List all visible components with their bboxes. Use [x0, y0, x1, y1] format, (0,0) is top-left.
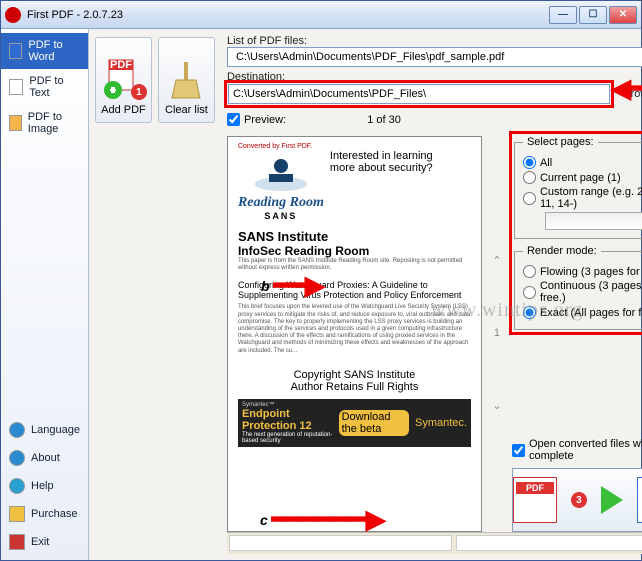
- globe-icon: [9, 422, 25, 438]
- sidebar-item-purchase[interactable]: Purchase: [1, 500, 88, 528]
- statusbar: [227, 532, 642, 554]
- sidebar-item-exit[interactable]: Exit: [1, 528, 88, 556]
- exit-icon: [9, 534, 25, 550]
- button-label: Clear list: [165, 104, 208, 116]
- sidebar-item-label: Exit: [31, 536, 49, 548]
- minimize-button[interactable]: —: [549, 6, 577, 24]
- sidebar-item-pdf-to-text[interactable]: PDF to Text: [1, 69, 88, 105]
- sidebar-item-pdf-to-image[interactable]: PDF to Image: [1, 105, 88, 141]
- chevron-down-icon[interactable]: ⌄: [492, 399, 501, 412]
- status-cell: [456, 535, 642, 551]
- sidebar-item-label: PDF to Text: [29, 75, 80, 99]
- preview-checkbox-input[interactable]: [227, 113, 240, 126]
- sidebar-item-label: Purchase: [31, 508, 77, 520]
- doc-logo: Reading Room SANS: [238, 154, 324, 221]
- file-list-label: List of PDF files:: [227, 35, 642, 47]
- text-icon: [9, 79, 23, 95]
- broom-icon: [166, 56, 206, 104]
- render-mode-legend: Render mode:: [523, 245, 601, 257]
- info-icon: [9, 450, 25, 466]
- sidebar-item-label: PDF to Word: [28, 39, 80, 63]
- convert-button[interactable]: 3 W: [512, 468, 642, 532]
- converted-banner: Converted by First PDF.: [238, 143, 471, 150]
- toolbar: PDF 1 Add PDF Clear list: [89, 29, 221, 560]
- custom-range-input[interactable]: [545, 212, 642, 230]
- sidebar-item-language[interactable]: Language: [1, 416, 88, 444]
- doc-copyright: Copyright SANS Institute Author Retains …: [238, 369, 471, 393]
- sidebar: PDF to Word PDF to Text PDF to Image Lan…: [1, 29, 89, 560]
- options-highlight: Select pages: All Current page (1) Custo…: [512, 134, 642, 332]
- step-badge-3: 3: [571, 492, 587, 508]
- step-badge-1: 1: [131, 84, 147, 100]
- close-button[interactable]: ✕: [609, 6, 637, 24]
- select-pages-group: Select pages: All Current page (1) Custo…: [514, 136, 642, 239]
- help-icon: [9, 478, 25, 494]
- window-title: First PDF - 2.0.7.23: [27, 9, 547, 21]
- symantec-banner: Symantec™ Endpoint Protection 12 The nex…: [238, 399, 471, 447]
- annotation-c: c ━━━━━━▶: [260, 504, 386, 535]
- doc-learn: Interested in learning more about securi…: [330, 150, 433, 174]
- render-mode-group: Render mode: Flowing (3 pages for free.)…: [514, 245, 642, 330]
- sidebar-item-label: PDF to Image: [28, 111, 80, 135]
- file-list-select[interactable]: C:\Users\Admin\Documents\PDF_Files\pdf_s…: [227, 47, 642, 67]
- sidebar-item-help[interactable]: Help: [1, 472, 88, 500]
- word-icon: [9, 43, 22, 59]
- add-pdf-button[interactable]: PDF 1 Add PDF: [95, 37, 152, 123]
- radio-all[interactable]: All: [523, 156, 642, 169]
- preview-nav: ⌃ 1 ⌄: [490, 134, 504, 532]
- word-doc-icon: W: [637, 477, 642, 523]
- preview-pane: Converted by First PDF. Reading Room SAN…: [227, 136, 482, 532]
- radio-custom[interactable]: Custom range (e.g. 2-5, 11, 14-): [523, 186, 642, 210]
- sidebar-item-about[interactable]: About: [1, 444, 88, 472]
- image-icon: [9, 115, 22, 131]
- button-label: Add PDF: [101, 104, 146, 116]
- open-when-complete-checkbox[interactable]: Open converted files when complete: [512, 438, 642, 462]
- clear-list-button[interactable]: Clear list: [158, 37, 215, 123]
- destination-highlight: [227, 83, 611, 105]
- radio-exact[interactable]: Exact (All pages for free.): [523, 306, 642, 319]
- cart-icon: [9, 506, 25, 522]
- preview-label: Preview:: [244, 114, 286, 126]
- play-icon: [601, 486, 623, 514]
- doc-body: This brief focuses upon the levered use …: [238, 304, 471, 354]
- destination-input[interactable]: [228, 84, 610, 104]
- annotation-a: ◀━━━ a: [611, 73, 642, 104]
- app-icon: [5, 7, 21, 23]
- svg-text:PDF: PDF: [110, 59, 132, 71]
- maximize-button[interactable]: ☐: [579, 6, 607, 24]
- page-indicator: 1 of 30: [292, 114, 476, 126]
- options-column: Select pages: All Current page (1) Custo…: [512, 134, 642, 532]
- sidebar-item-label: Language: [31, 424, 80, 436]
- preview-column: Converted by First PDF. Reading Room SAN…: [227, 134, 482, 532]
- sidebar-item-label: Help: [31, 480, 54, 492]
- radio-current[interactable]: Current page (1): [523, 171, 642, 184]
- annotation-b: b ━━▶: [261, 270, 325, 301]
- doc-title: SANS Institute: [238, 229, 471, 244]
- radio-flowing[interactable]: Flowing (3 pages for free.): [523, 265, 642, 278]
- pdf-icon: [513, 477, 557, 523]
- radio-continuous[interactable]: Continuous (3 pages for free.): [523, 280, 642, 304]
- doc-subtitle: InfoSec Reading Room: [238, 244, 471, 258]
- page-number: 1: [494, 327, 500, 339]
- sidebar-item-label: About: [31, 452, 60, 464]
- titlebar[interactable]: First PDF - 2.0.7.23 — ☐ ✕: [1, 1, 641, 29]
- chevron-up-icon[interactable]: ⌃: [492, 254, 501, 267]
- destination-label: Destination:: [227, 71, 642, 83]
- sidebar-item-pdf-to-word[interactable]: PDF to Word: [1, 33, 88, 69]
- select-pages-legend: Select pages:: [523, 136, 598, 148]
- preview-checkbox[interactable]: Preview:: [227, 113, 286, 126]
- status-cell: [229, 535, 453, 551]
